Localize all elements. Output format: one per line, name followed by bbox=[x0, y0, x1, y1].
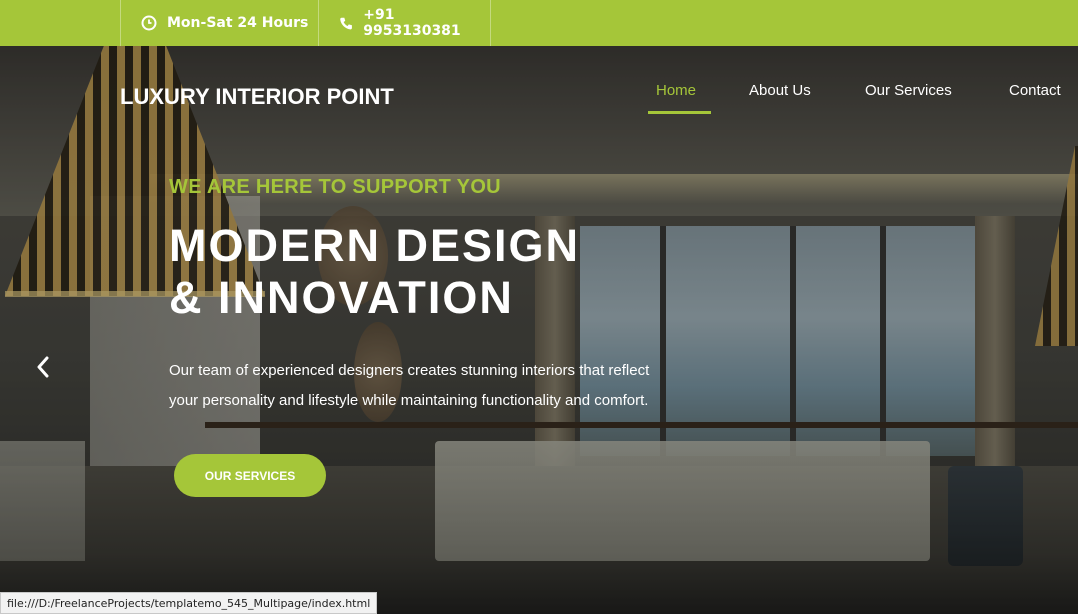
phone-info[interactable]: +91 9953130381 bbox=[318, 0, 491, 46]
nav-our-services[interactable]: Our Services bbox=[865, 82, 952, 99]
top-info-bar: Mon-Sat 24 Hours +91 9953130381 bbox=[0, 0, 1078, 46]
hero-overlay bbox=[0, 46, 1078, 614]
clock-icon bbox=[141, 15, 157, 31]
hero-description-line1: Our team of experienced designers create… bbox=[169, 362, 650, 379]
our-services-button[interactable]: OUR SERVICES bbox=[174, 454, 326, 497]
phone-text: +91 9953130381 bbox=[363, 7, 461, 39]
carousel-prev-button[interactable] bbox=[30, 352, 56, 382]
hero-kicker: WE ARE HERE TO SUPPORT YOU bbox=[169, 176, 501, 198]
hero-section bbox=[0, 46, 1078, 614]
hours-text: Mon-Sat 24 Hours bbox=[167, 15, 309, 31]
hours-info: Mon-Sat 24 Hours bbox=[120, 0, 319, 46]
hero-headline-line1: MODERN DESIGN bbox=[169, 220, 581, 271]
hero-headline: MODERN DESIGN & INNOVATION bbox=[169, 220, 580, 324]
nav-home[interactable]: Home bbox=[656, 82, 696, 99]
nav-about-us[interactable]: About Us bbox=[749, 82, 811, 99]
nav-contact[interactable]: Contact bbox=[1009, 82, 1061, 99]
site-logo[interactable]: LUXURY INTERIOR POINT bbox=[120, 84, 394, 110]
browser-status-bar: file:///D:/FreelanceProjects/templatemo_… bbox=[0, 592, 378, 614]
phone-icon bbox=[340, 17, 352, 29]
hero-headline-line2: & INNOVATION bbox=[169, 272, 514, 323]
chevron-left-icon bbox=[37, 356, 49, 378]
hero-description-line2: your personality and lifestyle while mai… bbox=[169, 392, 649, 409]
nav-active-indicator bbox=[648, 111, 711, 114]
hero-description: Our team of experienced designers create… bbox=[169, 356, 749, 416]
